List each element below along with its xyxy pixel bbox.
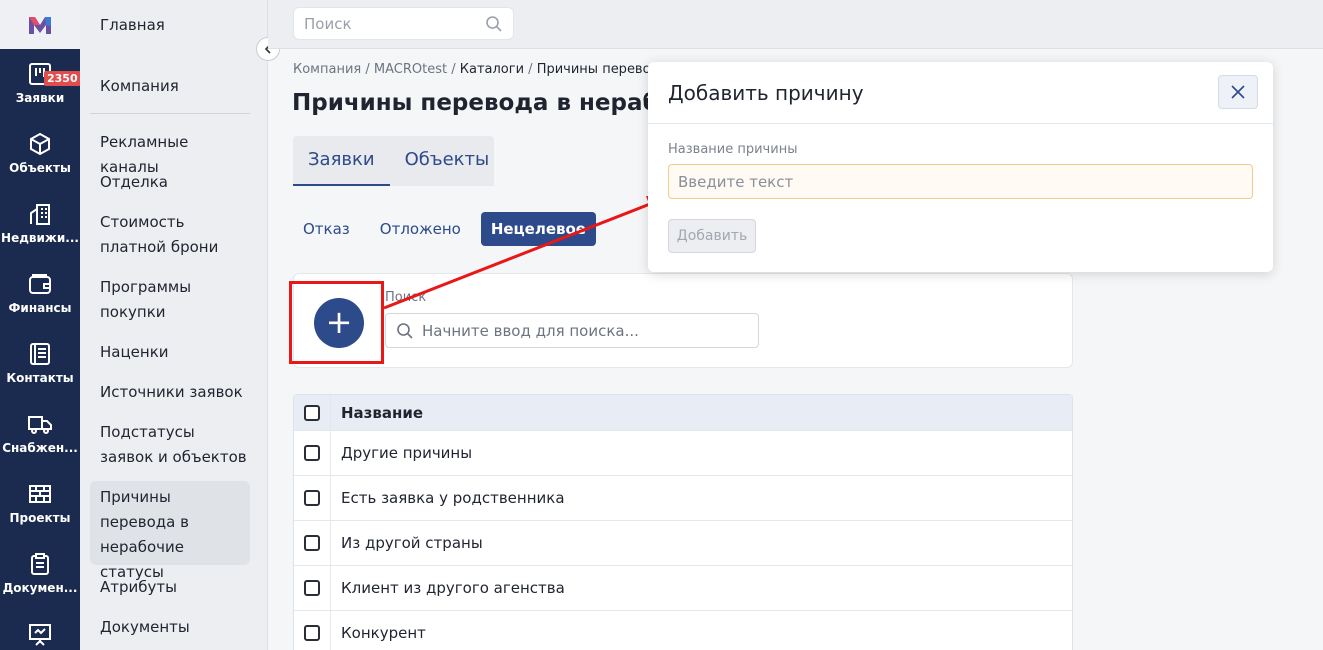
- rail-item-label: Финансы: [8, 301, 72, 315]
- sidebar-item-transfer-reasons[interactable]: Причины перевода в нерабочие статусы: [100, 485, 250, 585]
- reason-name-input[interactable]: [668, 164, 1253, 199]
- clipboard-icon: [31, 553, 49, 575]
- building-icon: [30, 204, 50, 225]
- rail-item-label: Контакты: [6, 371, 74, 385]
- breadcrumb: Компания / MACROtest / Каталоги / Причин…: [293, 62, 680, 77]
- page-title: Причины перевода в нерабоч: [292, 90, 652, 116]
- row-name: Конкурент: [341, 624, 426, 642]
- table-row[interactable]: Другие причины: [294, 431, 1072, 476]
- modal-header: Добавить причину: [648, 62, 1273, 124]
- reasons-table: Название Другие причины Есть заявка у ро…: [293, 394, 1073, 650]
- reason-name-label: Название причины: [668, 142, 798, 157]
- bricks-icon: [29, 485, 51, 503]
- table-row[interactable]: Конкурент: [294, 611, 1072, 650]
- sidebar-divider: [90, 113, 250, 114]
- sidebar-item-purchase-programs[interactable]: Программы покупки: [100, 275, 250, 325]
- sidebar-item-attributes[interactable]: Атрибуты: [100, 575, 250, 600]
- breadcrumb-company[interactable]: Компания: [293, 62, 361, 77]
- sidebar-header[interactable]: Главная: [80, 0, 267, 49]
- table-row[interactable]: Есть заявка у родственника: [294, 476, 1072, 521]
- search-icon: [397, 322, 413, 339]
- contacts-icon: [30, 343, 50, 365]
- rail-item-projects[interactable]: Проекты: [0, 469, 80, 539]
- rail-item-label: Недвижи...: [1, 231, 79, 245]
- annotation-highlight-box: [289, 281, 384, 364]
- sidebar-item-request-sources[interactable]: Источники заявок: [100, 380, 250, 405]
- rail-item-requests[interactable]: 2350 Заявки: [0, 49, 81, 119]
- select-all-checkbox[interactable]: [304, 404, 320, 421]
- subtab-refusal[interactable]: Отказ: [293, 212, 360, 246]
- table-row[interactable]: Клиент из другого агенства: [294, 566, 1072, 611]
- search-input[interactable]: Начните ввод для поиска...: [385, 313, 759, 348]
- table-header: Название: [294, 395, 1072, 431]
- wallet-icon: [29, 274, 51, 294]
- top-bar: Поиск: [268, 0, 1323, 49]
- search-icon: [486, 15, 502, 32]
- row-checkbox[interactable]: [304, 445, 320, 461]
- presentation-icon: [29, 624, 51, 646]
- sidebar-item-company[interactable]: Компания: [100, 74, 250, 99]
- settings-sidebar: Главная Компания Рекламные каналы Отделк…: [80, 0, 268, 650]
- column-header-name[interactable]: Название: [331, 404, 423, 422]
- add-button[interactable]: Добавить: [668, 219, 756, 253]
- sidebar-item-paid-booking[interactable]: Стоимость платной брони: [100, 210, 250, 260]
- logo-icon: [29, 16, 51, 34]
- rail-item-label: Снабжен...: [2, 441, 78, 455]
- table-row[interactable]: Из другой страны: [294, 521, 1072, 566]
- rail-item-realty[interactable]: Недвижи...: [0, 189, 80, 259]
- icon-rail: 2350 Заявки Объекты Недвижи... Финансы К…: [0, 0, 81, 650]
- tab-objects[interactable]: Объекты: [390, 136, 505, 186]
- rail-item-label: Проекты: [9, 511, 71, 525]
- sidebar-item-finishing[interactable]: Отделка: [100, 170, 250, 195]
- requests-badge: 2350: [44, 71, 81, 86]
- row-checkbox[interactable]: [304, 535, 320, 551]
- row-name: Клиент из другого агенства: [341, 579, 565, 597]
- sidebar-item-substatuses[interactable]: Подстатусы заявок и объектов: [100, 420, 250, 470]
- cube-icon: [30, 132, 50, 156]
- rail-item-label: Объекты: [9, 161, 71, 175]
- modal-close-button[interactable]: [1218, 75, 1258, 109]
- search-input-placeholder: Начните ввод для поиска...: [422, 321, 639, 340]
- global-search-placeholder: Поиск: [304, 14, 352, 33]
- app-logo[interactable]: [0, 0, 80, 49]
- row-name: Есть заявка у родственника: [341, 489, 565, 507]
- rail-item-label: Заявки: [15, 91, 65, 105]
- sidebar-item-documents[interactable]: Документы: [100, 615, 250, 640]
- add-reason-modal: Добавить причину Название причины Добави…: [648, 62, 1273, 272]
- search-label: Поиск: [385, 290, 427, 305]
- rail-item-documents[interactable]: Докумен...: [0, 539, 80, 609]
- truck-icon: [28, 416, 52, 434]
- subtab-non-target[interactable]: Нецелевое: [480, 212, 596, 246]
- main-tabs: Заявки Объекты: [293, 136, 494, 186]
- tab-requests[interactable]: Заявки: [293, 136, 390, 186]
- breadcrumb-macrotest[interactable]: MACROtest: [374, 62, 447, 77]
- rail-item-finance[interactable]: Финансы: [0, 259, 80, 329]
- breadcrumb-catalogs[interactable]: Каталоги: [460, 62, 524, 77]
- row-checkbox[interactable]: [304, 580, 320, 596]
- modal-title: Добавить причину: [668, 80, 864, 105]
- row-checkbox[interactable]: [304, 490, 320, 506]
- row-checkbox[interactable]: [304, 625, 320, 641]
- rail-item-objects[interactable]: Объекты: [0, 119, 80, 189]
- rail-item-label: Докумен...: [2, 581, 78, 595]
- global-search[interactable]: Поиск: [293, 7, 514, 40]
- close-icon: [1231, 85, 1245, 99]
- rail-item-presentation[interactable]: [0, 609, 80, 650]
- row-name: Из другой страны: [341, 534, 483, 552]
- reason-subtabs: Отказ Отложено Нецелевое: [293, 212, 606, 246]
- rail-item-contacts[interactable]: Контакты: [0, 329, 80, 399]
- rail-item-supply[interactable]: Снабжен...: [0, 399, 80, 469]
- sidebar-item-markups[interactable]: Наценки: [100, 340, 250, 365]
- row-name: Другие причины: [341, 444, 473, 462]
- subtab-postponed[interactable]: Отложено: [370, 212, 471, 246]
